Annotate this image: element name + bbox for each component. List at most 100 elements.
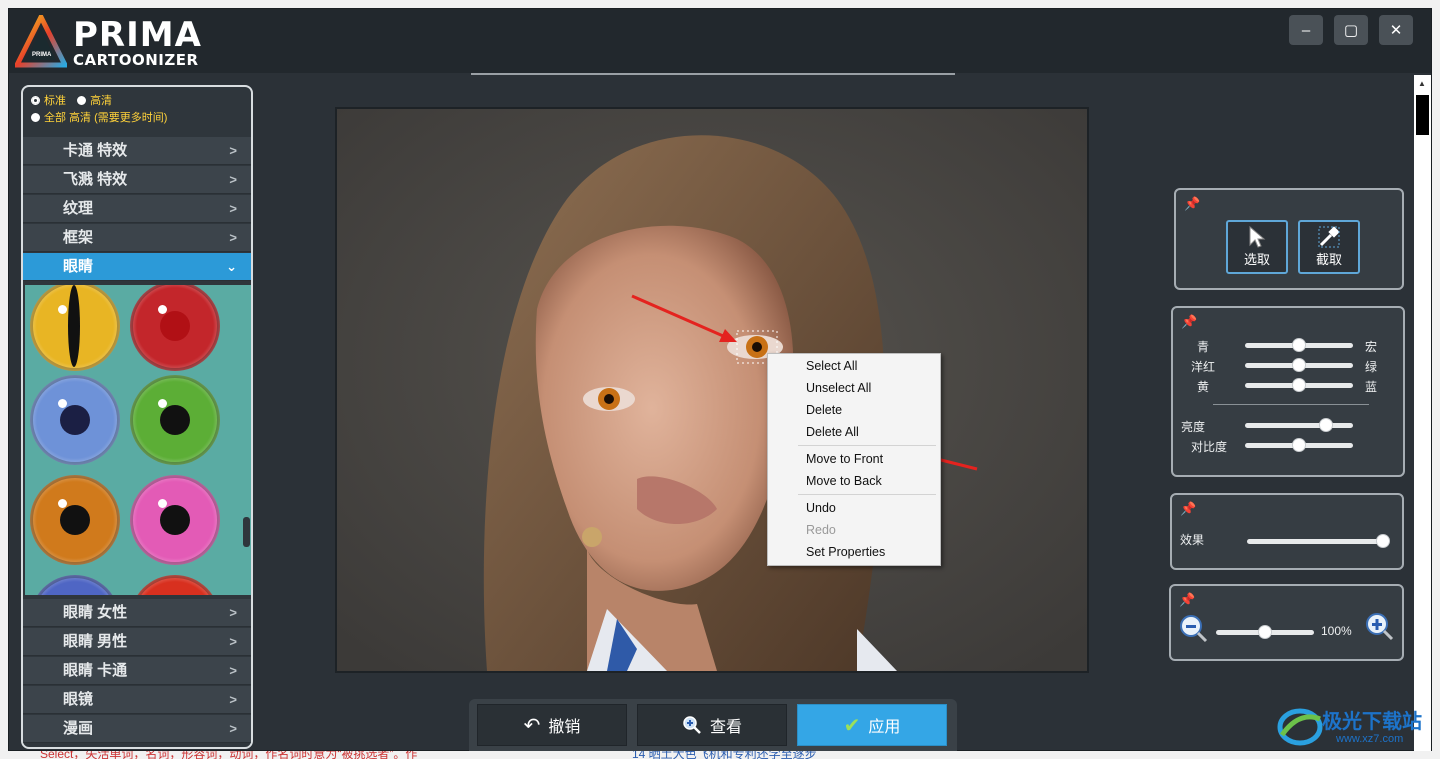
gallery-scrollbar[interactable] (243, 517, 250, 547)
close-icon: ✕ (1389, 22, 1403, 39)
undo-label: 撤销 (548, 719, 581, 736)
standard-radio[interactable] (31, 96, 40, 105)
effect-slider[interactable] (1247, 534, 1390, 548)
eye-thumbnail[interactable] (30, 285, 120, 371)
pin-icon[interactable]: 📌 (1181, 314, 1197, 330)
magenta-label: 洋红 (1190, 360, 1215, 374)
zoom-panel: 📌 100% (1169, 584, 1404, 661)
eye-thumbnail[interactable] (30, 575, 120, 595)
crop-tool-button[interactable]: 截取 (1298, 220, 1360, 274)
effect-panel: 📌 效果 (1170, 493, 1404, 570)
menu-separator (798, 445, 936, 446)
undo-button[interactable]: ↶ 撤销 (477, 704, 627, 746)
category-label: 卡通 特效 (63, 142, 128, 159)
eye-thumbnail[interactable] (30, 375, 120, 465)
category-splash-effects[interactable]: 飞溅 特效 > (23, 166, 251, 194)
minimize-button[interactable]: – (1289, 15, 1323, 45)
slider-knob[interactable] (1292, 338, 1306, 352)
all-hd-label: 全部 高清 (需要更多时间) (44, 112, 168, 124)
menu-item-delete-all[interactable]: Delete All (806, 425, 859, 439)
category-eyes-male[interactable]: 眼睛 男性 > (23, 628, 251, 656)
menu-item-redo: Redo (806, 523, 836, 537)
select-tool-label: 选取 (1243, 252, 1270, 267)
menu-item-set-properties[interactable]: Set Properties (806, 545, 885, 559)
canvas-top-divider (471, 73, 955, 75)
category-frame[interactable]: 框架 > (23, 224, 251, 252)
category-label: 纹理 (63, 200, 94, 217)
all-hd-radio[interactable] (31, 113, 40, 122)
yellow-label: 黄 (1196, 380, 1209, 394)
logo-badge: PRIMA (32, 52, 52, 58)
undo-icon: ↶ (523, 714, 541, 737)
yellow-blue-slider[interactable] (1245, 378, 1353, 392)
slider-knob[interactable] (1376, 534, 1390, 548)
cyan-red-slider[interactable] (1245, 338, 1353, 352)
hd-radio[interactable] (77, 96, 87, 105)
category-label: 框架 (63, 229, 94, 246)
pin-icon[interactable]: 📌 (1179, 592, 1195, 608)
eye-thumbnail[interactable] (30, 475, 120, 565)
menu-separator (798, 494, 936, 495)
eye-thumbnail[interactable] (130, 375, 220, 465)
slider-knob[interactable] (1319, 418, 1333, 432)
app-logo: PRIMA PRIMA CARTOONIZER (15, 13, 205, 69)
menu-item-undo[interactable]: Undo (806, 501, 836, 515)
red-label: 宏 (1365, 340, 1378, 354)
category-label: 眼睛 男性 (63, 633, 128, 650)
cursor-icon (1249, 225, 1266, 248)
select-tool-button[interactable]: 选取 (1226, 220, 1288, 274)
action-bar: ↶ 撤销 查看 ✔ 应用 (469, 699, 957, 751)
image-canvas[interactable] (335, 107, 1089, 673)
menu-item-delete[interactable]: Delete (806, 403, 842, 417)
pin-icon[interactable]: 📌 (1180, 501, 1196, 517)
effects-panel: 标准 高清 全部 高清 (需要更多时间) 卡通 特效 > 飞溅 特效 > 纹理 > 框… (21, 85, 253, 749)
slider-knob[interactable] (1292, 438, 1306, 452)
eye-thumbnail[interactable] (130, 575, 220, 595)
category-comics[interactable]: 漫画 > (23, 715, 251, 743)
slider-knob[interactable] (1292, 378, 1306, 392)
chevron-right-icon: > (229, 143, 237, 158)
magenta-green-slider[interactable] (1245, 358, 1353, 372)
scroll-up-icon[interactable]: ▲ (1418, 79, 1426, 88)
menu-item-move-to-front[interactable]: Move to Front (806, 452, 883, 466)
category-label: 飞溅 特效 (63, 171, 128, 188)
quality-options: 标准 高清 全部 高清 (需要更多时间) (31, 93, 167, 127)
menu-item-select-all[interactable]: Select All (806, 359, 857, 373)
vertical-scrollbar[interactable]: ▲ (1414, 75, 1431, 751)
category-cartoon-effects[interactable]: 卡通 特效 > (23, 137, 251, 165)
scrollbar-thumb[interactable] (1416, 95, 1429, 135)
category-texture[interactable]: 纹理 > (23, 195, 251, 223)
maximize-button[interactable]: ▢ (1334, 15, 1368, 45)
menu-item-unselect-all[interactable]: Unselect All (806, 381, 871, 395)
zoom-in-icon[interactable] (1365, 612, 1395, 642)
category-eyes-cartoon[interactable]: 眼睛 卡通 > (23, 657, 251, 685)
eye-thumbnail[interactable] (130, 475, 220, 565)
chevron-right-icon: > (229, 172, 237, 187)
pin-icon[interactable]: 📌 (1184, 196, 1200, 212)
contrast-label: 对比度 (1191, 440, 1228, 454)
effect-label: 效果 (1180, 533, 1205, 547)
menu-item-move-to-back[interactable]: Move to Back (806, 474, 882, 488)
close-button[interactable]: ✕ (1379, 15, 1413, 45)
zoom-out-icon[interactable] (1179, 614, 1209, 644)
magnifier-icon (683, 716, 701, 734)
maximize-icon: ▢ (1343, 22, 1359, 39)
category-eyes-female[interactable]: 眼睛 女性 > (23, 599, 251, 627)
slider-knob[interactable] (1258, 625, 1272, 639)
category-label: 眼镜 (63, 691, 94, 708)
brightness-slider[interactable] (1245, 418, 1353, 432)
zoom-slider[interactable] (1216, 625, 1314, 639)
category-eyes[interactable]: 眼睛 ⌄ (23, 253, 251, 281)
hd-label: 高清 (90, 95, 113, 107)
eye-thumbnail[interactable] (130, 285, 220, 371)
contrast-slider[interactable] (1245, 438, 1353, 452)
category-label: 眼睛 女性 (63, 604, 128, 621)
view-button[interactable]: 查看 (637, 704, 787, 746)
chevron-right-icon: > (229, 692, 237, 707)
standard-label: 标准 (44, 95, 66, 107)
apply-button[interactable]: ✔ 应用 (797, 704, 947, 746)
category-glasses[interactable]: 眼镜 > (23, 686, 251, 714)
slider-knob[interactable] (1292, 358, 1306, 372)
eyedropper-icon (1318, 226, 1340, 248)
chevron-right-icon: > (229, 634, 237, 649)
